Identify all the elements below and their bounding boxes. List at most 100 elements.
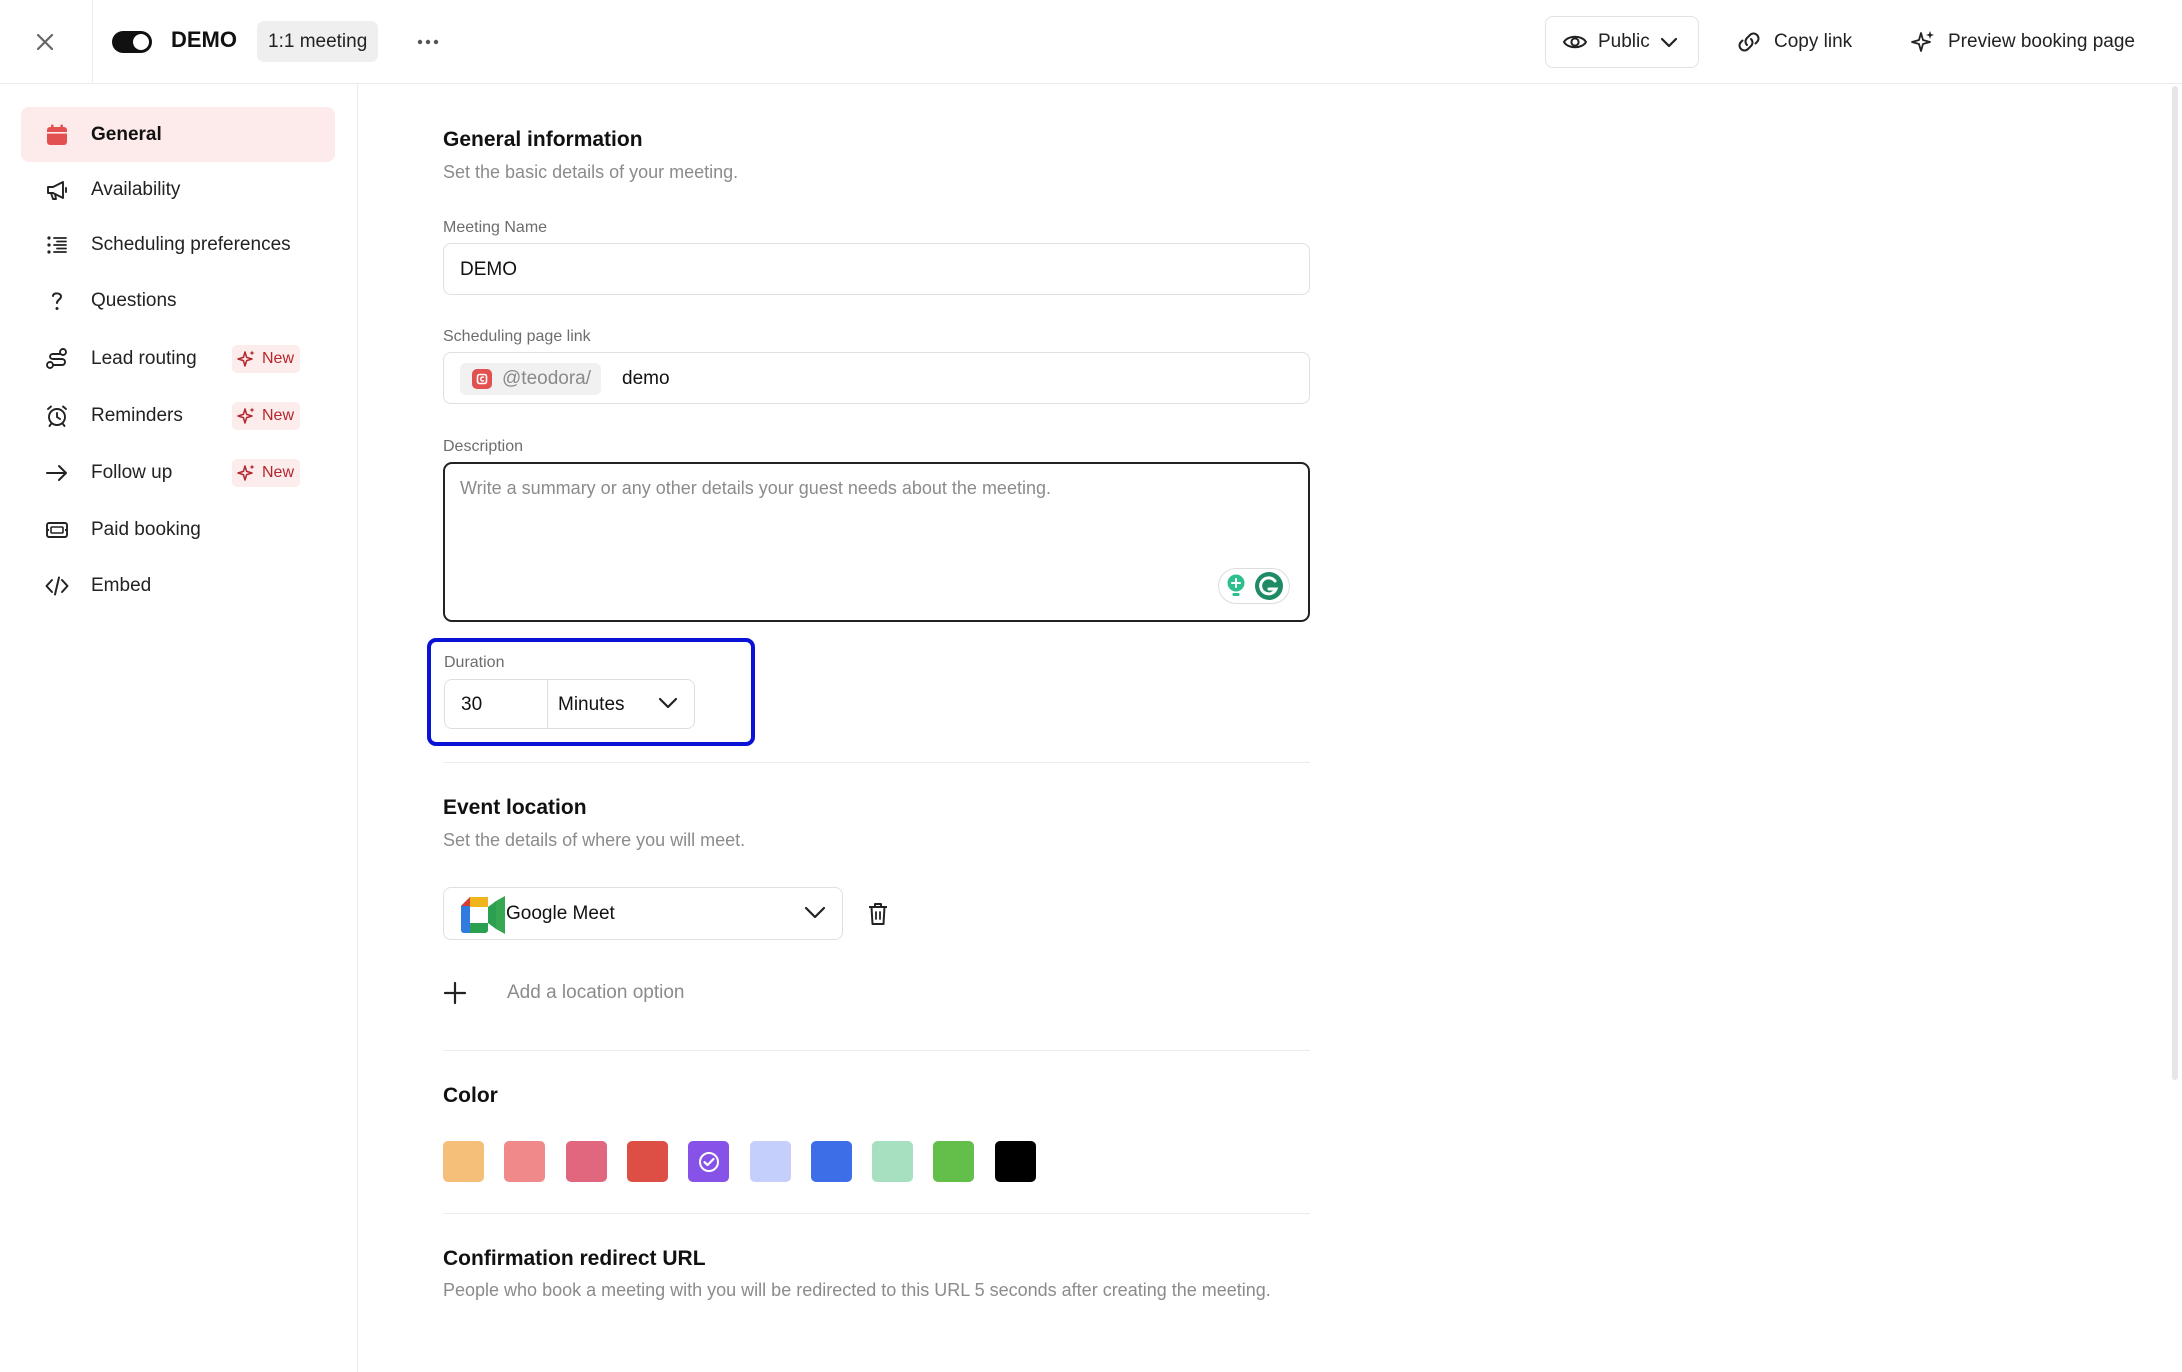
google-meet-icon [461, 896, 505, 934]
add-location-button[interactable]: Add a location option [443, 976, 684, 1010]
meeting-active-toggle[interactable] [112, 31, 152, 53]
link-slug-value: demo [622, 368, 670, 389]
color-swatch[interactable] [933, 1141, 975, 1182]
location-section-subtitle: Set the details of where you will meet. [443, 830, 746, 850]
color-swatch[interactable] [749, 1141, 791, 1182]
sparkles-icon [1911, 31, 1934, 52]
new-badge: New [232, 345, 301, 373]
copy-link-label: Copy link [1774, 31, 1853, 52]
preview-booking-page-button[interactable]: Preview booking page [1910, 16, 2135, 68]
color-swatch[interactable] [810, 1141, 852, 1182]
meeting-type-chip: 1:1 meeting [257, 21, 379, 62]
new-badge-label: New [262, 407, 295, 424]
meeting-name-label: Meeting Name [443, 219, 548, 236]
duration-unit-select[interactable]: Minutes [547, 679, 695, 729]
sidebar-item-label: Scheduling preferences [91, 233, 291, 255]
sidebar-item-label: Reminders [91, 404, 183, 426]
duration-value-input[interactable]: 30 [444, 679, 548, 729]
copy-link-button[interactable]: Copy link [1736, 16, 1852, 68]
plus-icon [443, 981, 467, 1005]
new-badge: New [232, 459, 301, 487]
general-section-subtitle: Set the basic details of your meeting. [443, 162, 739, 182]
new-badge-label: New [262, 464, 295, 481]
section-divider [443, 1050, 1310, 1051]
delete-location-button[interactable] [864, 899, 892, 929]
close-button[interactable] [22, 22, 68, 62]
megaphone-icon [47, 181, 67, 200]
sparkle-icon [237, 350, 255, 367]
preview-label: Preview booking page [1948, 31, 2135, 52]
sidebar-item-embed[interactable]: Embed [21, 558, 335, 613]
sidebar-item-label: Paid booking [91, 518, 201, 540]
arrow-right-icon [46, 465, 67, 481]
color-swatch[interactable] [443, 1141, 484, 1182]
more-horizontal-icon [417, 39, 439, 45]
eye-icon [1562, 35, 1588, 49]
sidebar-item-questions[interactable]: Questions [21, 273, 335, 328]
duration-label: Duration [444, 654, 505, 671]
scheduling-link-label: Scheduling page link [443, 328, 591, 345]
meeting-title: DEMO [171, 27, 237, 52]
sidebar-item-paid-booking[interactable]: Paid booking [21, 502, 335, 557]
color-swatch[interactable] [688, 1141, 730, 1182]
visibility-label: Public [1598, 31, 1650, 52]
more-options-button[interactable] [410, 24, 446, 60]
link-icon [1738, 32, 1760, 52]
sidebar-item-label: Availability [91, 178, 181, 200]
sparkle-icon [237, 407, 255, 424]
scheduling-link-input[interactable]: @teodora/ demo [443, 352, 1310, 404]
vertical-scrollbar[interactable] [2172, 86, 2178, 1080]
sidebar-item-reminders[interactable]: Reminders New [21, 388, 335, 443]
sidebar-item-scheduling-preferences[interactable]: Scheduling preferences [21, 217, 335, 272]
section-divider [443, 762, 1310, 763]
visibility-dropdown[interactable]: Public [1545, 16, 1699, 68]
sidebar-item-availability[interactable]: Availability [21, 162, 335, 217]
brand-logo-icon [472, 369, 492, 389]
color-swatch[interactable] [565, 1141, 607, 1182]
sparkle-icon [237, 464, 255, 481]
duration-unit-value: Minutes [558, 694, 625, 715]
new-badge-label: New [262, 350, 295, 367]
description-textarea[interactable]: Write a summary or any other details you… [443, 462, 1310, 622]
sidebar-item-label: Embed [91, 574, 152, 596]
sidebar-item-general[interactable]: General [21, 107, 335, 162]
grammarly-icon [1255, 572, 1283, 600]
sidebar-item-label: Lead routing [91, 347, 197, 369]
route-icon [46, 348, 67, 369]
color-swatch[interactable] [872, 1141, 914, 1182]
sidebar-item-lead-routing[interactable]: Lead routing New [21, 331, 335, 386]
general-section-title: General information [443, 128, 643, 151]
description-label: Description [443, 438, 524, 455]
sidebar-item-label: General [91, 123, 162, 145]
redirect-section-subtitle: People who book a meeting with you will … [443, 1280, 1271, 1300]
chevron-down-icon [1660, 37, 1677, 48]
sidebar-item-follow-up[interactable]: Follow up New [21, 445, 335, 500]
lightbulb-icon [1227, 574, 1245, 596]
list-icon [47, 236, 67, 254]
color-swatch[interactable] [994, 1141, 1036, 1182]
meeting-name-input[interactable]: DEMO [443, 243, 1310, 295]
color-swatch[interactable] [504, 1141, 546, 1182]
color-swatch[interactable] [626, 1141, 668, 1182]
question-icon [52, 292, 63, 310]
chevron-down-icon [658, 697, 678, 709]
close-icon [36, 33, 54, 51]
section-divider [443, 1213, 1310, 1214]
trash-icon [869, 903, 887, 925]
location-select[interactable]: Google Meet [443, 887, 843, 940]
redirect-section-title: Confirmation redirect URL [443, 1247, 706, 1270]
location-section-title: Event location [443, 796, 587, 819]
sidebar-item-label: Follow up [91, 461, 173, 483]
new-badge: New [232, 402, 301, 430]
sidebar-item-label: Questions [91, 289, 177, 311]
location-value: Google Meet [506, 903, 615, 924]
link-prefix: @teodora/ [460, 363, 602, 395]
description-placeholder: Write a summary or any other details you… [460, 478, 1051, 498]
top-bar: DEMO 1:1 meeting Public Copy link Previe… [0, 0, 2182, 84]
grammarly-widget[interactable] [1218, 568, 1290, 604]
color-section-title: Color [443, 1084, 498, 1107]
divider [92, 0, 93, 84]
link-prefix-text: @teodora/ [502, 368, 592, 389]
check-circle-icon [698, 1151, 719, 1172]
meeting-name-value: DEMO [460, 259, 517, 280]
